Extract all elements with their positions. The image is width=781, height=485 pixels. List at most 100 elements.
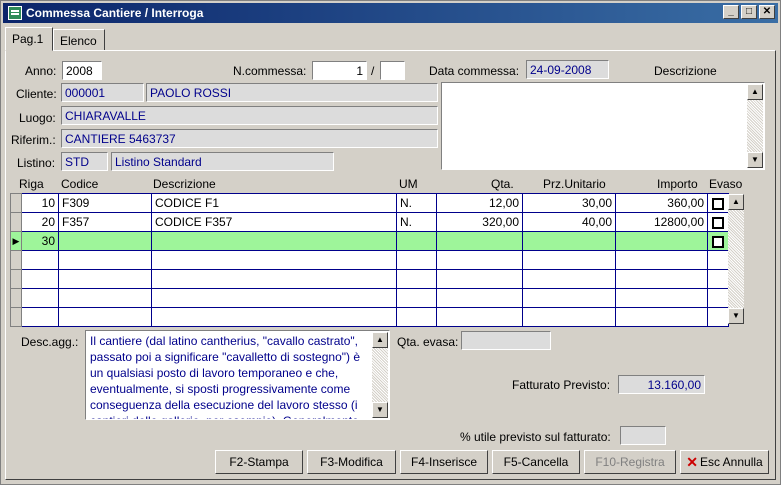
current-row-arrow-icon[interactable]: ▶ <box>10 231 22 251</box>
cell-prz[interactable]: 40,00 <box>522 212 616 232</box>
fatturato-label: Fatturato Previsto: <box>512 378 611 392</box>
row-selector[interactable] <box>10 193 22 213</box>
table-row-empty[interactable] <box>10 250 729 270</box>
cell-descrizione[interactable]: CODICE F357 <box>151 212 397 232</box>
desc-agg-label: Desc.agg.: <box>21 335 79 349</box>
cell-evaso[interactable] <box>707 212 729 232</box>
cell-evaso[interactable] <box>707 231 729 251</box>
cell-importo[interactable]: 12800,00 <box>615 212 708 232</box>
luogo-label: Luogo: <box>19 111 56 125</box>
col-header-importo: Importo <box>657 177 698 191</box>
table-row-empty[interactable] <box>10 269 729 289</box>
luogo-field: CHIARAVALLE <box>61 106 438 125</box>
maximize-button[interactable]: □ <box>741 5 757 19</box>
annulla-label: Esc Annulla <box>700 455 763 469</box>
cell-um[interactable] <box>396 231 437 251</box>
col-header-prz: Prz.Unitario <box>543 177 606 191</box>
annulla-button[interactable]: ✕ Esc Annulla <box>680 450 769 474</box>
cell-riga[interactable]: 10 <box>21 193 59 213</box>
data-commessa-field: 24-09-2008 <box>526 60 609 79</box>
cell-descrizione[interactable] <box>151 231 397 251</box>
qta-evasa-field <box>461 331 551 350</box>
anno-label: Anno: <box>25 64 57 78</box>
cell-importo[interactable] <box>615 231 708 251</box>
modifica-button[interactable]: F3-Modifica <box>307 450 396 474</box>
ncommessa-suffix-field[interactable] <box>380 61 405 80</box>
scroll-up-icon[interactable]: ▲ <box>747 84 763 100</box>
cell-codice[interactable] <box>58 231 152 251</box>
listino-label: Listino: <box>17 156 56 170</box>
title-bar[interactable]: Commessa Cantiere / Interroga _ □ ✕ <box>3 3 778 23</box>
cell-qta[interactable]: 320,00 <box>436 212 523 232</box>
riferim-field: CANTIERE 5463737 <box>61 129 438 148</box>
tab-pag1[interactable]: Pag.1 <box>5 27 53 51</box>
window-title: Commessa Cantiere / Interroga <box>26 6 204 20</box>
evaso-checkbox[interactable] <box>712 235 724 248</box>
fatturato-field: 13.160,00 <box>618 375 705 394</box>
cell-descrizione[interactable]: CODICE F1 <box>151 193 397 213</box>
listino-name-field: Listino Standard <box>111 152 334 171</box>
col-header-codice: Codice <box>61 177 99 191</box>
col-header-riga: Riga <box>19 177 44 191</box>
evaso-checkbox[interactable] <box>712 216 724 229</box>
col-header-qta: Qta. <box>491 177 514 191</box>
ncommessa-label: N.commessa: <box>233 64 307 78</box>
row-selector[interactable] <box>10 212 22 232</box>
descrizione-label: Descrizione <box>654 64 717 78</box>
cell-codice[interactable]: F357 <box>58 212 152 232</box>
main-window: Commessa Cantiere / Interroga _ □ ✕ Pag.… <box>0 0 781 485</box>
scroll-up-icon[interactable]: ▲ <box>372 332 388 348</box>
cell-qta[interactable] <box>436 231 523 251</box>
cell-importo[interactable]: 360,00 <box>615 193 708 213</box>
table-row-current[interactable]: ▶ 30 <box>10 231 729 251</box>
anno-field[interactable]: 2008 <box>62 61 102 80</box>
col-header-evaso: Evaso <box>709 177 743 191</box>
registra-button[interactable]: F10-Registra <box>584 450 676 474</box>
descrizione-textarea[interactable] <box>441 82 765 170</box>
cell-qta[interactable]: 12,00 <box>436 193 523 213</box>
listino-code-field: STD <box>61 152 108 171</box>
table-row[interactable]: 20 F357 CODICE F357 N. 320,00 40,00 1280… <box>10 212 729 232</box>
cliente-name-field: PAOLO ROSSI <box>146 83 438 102</box>
qta-evasa-label: Qta. evasa: <box>397 335 459 349</box>
close-button[interactable]: ✕ <box>759 5 775 19</box>
window-controls: _ □ ✕ <box>723 5 775 19</box>
scroll-down-icon[interactable]: ▼ <box>372 402 388 418</box>
cell-evaso[interactable] <box>707 193 729 213</box>
stampa-button[interactable]: F2-Stampa <box>215 450 303 474</box>
close-x-icon: ✕ <box>686 454 698 470</box>
grid-scrollbar[interactable]: ▲ ▼ <box>728 194 744 324</box>
scroll-down-icon[interactable]: ▼ <box>747 152 763 168</box>
utile-field <box>620 426 666 445</box>
table-row[interactable]: 10 F309 CODICE F1 N. 12,00 30,00 360,00 <box>10 193 729 213</box>
cell-riga[interactable]: 20 <box>21 212 59 232</box>
utile-label: % utile previsto sul fatturato: <box>460 430 611 444</box>
ncommessa-field[interactable]: 1 <box>312 61 367 80</box>
ncommessa-separator: / <box>371 64 375 78</box>
data-commessa-label: Data commessa: <box>429 64 520 78</box>
app-icon <box>8 6 22 20</box>
cancella-button[interactable]: F5-Cancella <box>492 450 580 474</box>
tab-elenco[interactable]: Elenco <box>53 29 105 51</box>
cell-codice[interactable]: F309 <box>58 193 152 213</box>
cliente-label: Cliente: <box>16 87 57 101</box>
scroll-up-icon[interactable]: ▲ <box>728 194 744 210</box>
righe-grid: 10 F309 CODICE F1 N. 12,00 30,00 360,00 … <box>10 193 729 327</box>
cell-prz[interactable]: 30,00 <box>522 193 616 213</box>
table-row-empty[interactable] <box>10 288 729 308</box>
cell-um[interactable]: N. <box>396 212 437 232</box>
riferim-label: Riferim.: <box>11 133 56 147</box>
inserisce-button[interactable]: F4-Inserisce <box>400 450 488 474</box>
desc-agg-textarea[interactable]: Il cantiere (dal latino cantherius, "cav… <box>85 330 390 420</box>
cliente-code-field: 000001 <box>61 83 144 102</box>
desc-agg-scrollbar[interactable]: ▲ ▼ <box>372 332 388 418</box>
cell-um[interactable]: N. <box>396 193 437 213</box>
col-header-um: UM <box>399 177 418 191</box>
minimize-button[interactable]: _ <box>723 5 739 19</box>
cell-riga[interactable]: 30 <box>21 231 59 251</box>
scroll-down-icon[interactable]: ▼ <box>728 308 744 324</box>
table-row-empty[interactable] <box>10 307 729 327</box>
descrizione-scrollbar[interactable]: ▲ ▼ <box>747 84 763 168</box>
cell-prz[interactable] <box>522 231 616 251</box>
evaso-checkbox[interactable] <box>712 197 724 210</box>
